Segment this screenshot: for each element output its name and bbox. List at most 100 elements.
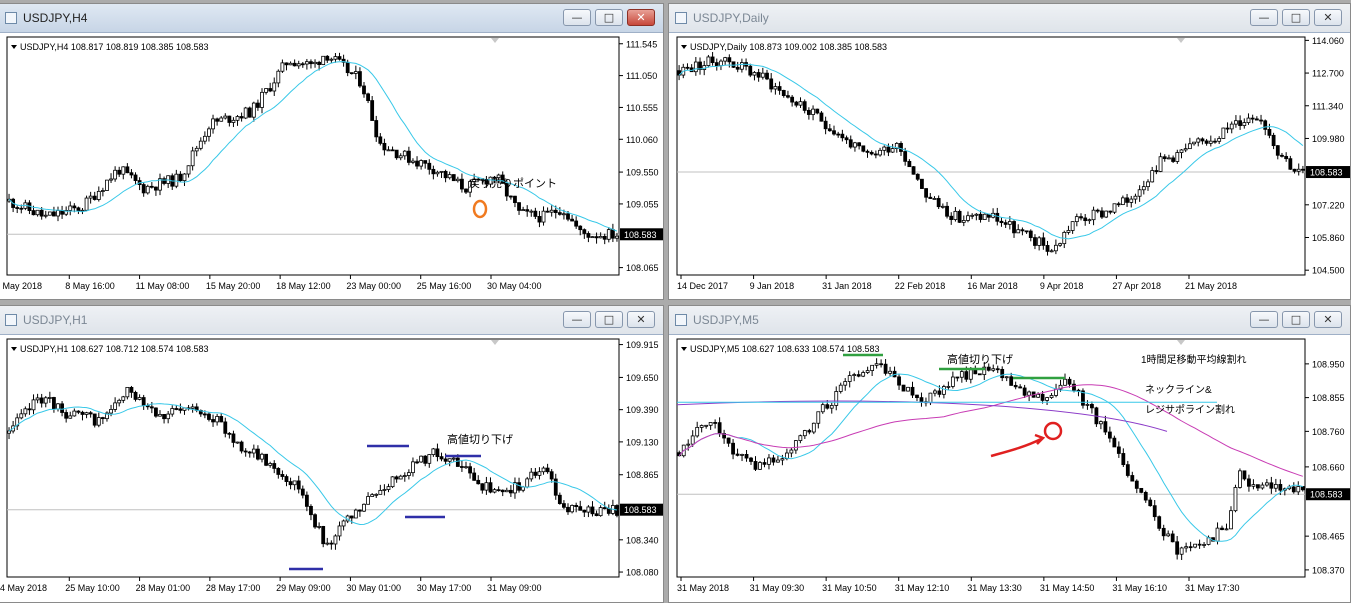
chart-header: USDJPY,H1 108.627 108.712 108.574 108.58… — [20, 344, 209, 354]
x-tick-label: 25 May 10:00 — [65, 583, 120, 593]
maximize-button[interactable]: □ — [1282, 311, 1310, 328]
chart-window-daily[interactable]: USDJPY,Daily — □ ✕ USDJPY,Daily 108.873 … — [668, 3, 1351, 300]
current-price-label: 108.583 — [624, 230, 657, 240]
candle — [978, 213, 983, 220]
y-tick-label: 109.550 — [626, 168, 659, 178]
price-chart[interactable]: USDJPY,Daily 108.873 109.002 108.385 108… — [669, 33, 1351, 300]
x-tick-label: 9 Jan 2018 — [750, 281, 795, 291]
minimize-button[interactable]: — — [563, 311, 591, 328]
candle — [47, 397, 52, 399]
price-chart[interactable]: USDJPY,H4 108.817 108.819 108.385 108.58… — [0, 33, 664, 300]
candle — [92, 413, 97, 426]
candle — [56, 403, 60, 410]
candle — [406, 472, 411, 476]
candle — [594, 513, 599, 517]
candle — [411, 461, 415, 474]
candle — [807, 430, 812, 433]
candle — [390, 476, 395, 488]
candle — [762, 462, 767, 465]
chart-window-m5[interactable]: USDJPY,M5 — □ ✕ USDJPY,M5 108.627 108.63… — [668, 305, 1351, 603]
candle — [977, 373, 982, 376]
candle — [219, 117, 224, 122]
candle — [874, 363, 879, 366]
chart-window-h1[interactable]: USDJPY,H1 — □ ✕ USDJPY,H1 108.627 108.71… — [0, 305, 664, 603]
candle — [374, 120, 379, 138]
candle — [1264, 482, 1269, 486]
candle — [304, 494, 309, 507]
annotation-label: 高値切り下げ — [447, 432, 513, 446]
minimize-button[interactable]: — — [1250, 311, 1278, 328]
candle — [194, 147, 199, 152]
window-titlebar[interactable]: USDJPY,H1 — □ ✕ — [0, 306, 663, 335]
chart-window-h4[interactable]: USDJPY,H4 — □ ✕ USDJPY,H4 108.817 108.81… — [0, 3, 664, 300]
candle — [100, 417, 105, 420]
candle — [276, 468, 281, 475]
window-titlebar[interactable]: USDJPY,H4 — □ ✕ — [0, 4, 663, 33]
candle — [578, 506, 583, 511]
candle — [227, 432, 232, 435]
maximize-button[interactable]: □ — [1282, 9, 1310, 26]
candle — [953, 210, 958, 220]
candle — [955, 376, 960, 379]
x-tick-label: 31 May 13:30 — [967, 583, 1022, 593]
candle — [378, 490, 383, 495]
candle — [243, 450, 248, 453]
candle — [1045, 397, 1049, 401]
close-button[interactable]: ✕ — [627, 9, 655, 26]
close-button[interactable]: ✕ — [1314, 9, 1342, 26]
candle — [685, 66, 690, 69]
candle — [460, 178, 464, 190]
candle — [1085, 403, 1090, 406]
candle — [382, 142, 387, 151]
candle — [313, 514, 317, 528]
y-tick-label: 108.340 — [626, 535, 659, 545]
minimize-button[interactable]: — — [1250, 9, 1278, 26]
candle — [133, 174, 138, 181]
candle — [447, 458, 452, 462]
y-tick-label: 108.760 — [1312, 427, 1345, 437]
y-tick-label: 109.055 — [626, 199, 659, 209]
candle — [341, 520, 346, 527]
candle — [464, 188, 468, 193]
candle — [1246, 117, 1251, 124]
candle — [932, 198, 937, 200]
candle — [995, 368, 1000, 371]
candle — [239, 441, 244, 452]
candle — [802, 101, 807, 111]
candle — [345, 61, 350, 74]
close-button[interactable]: ✕ — [1314, 311, 1342, 328]
candle — [349, 72, 354, 75]
close-button[interactable]: ✕ — [627, 311, 655, 328]
candle — [1224, 528, 1229, 531]
chart-header: USDJPY,M5 108.627 108.633 108.574 108.58… — [690, 344, 879, 354]
candle — [398, 475, 403, 480]
price-chart[interactable]: USDJPY,H1 108.627 108.712 108.574 108.58… — [0, 335, 664, 603]
candle — [1012, 221, 1016, 234]
candle — [883, 363, 888, 374]
candle — [349, 515, 354, 519]
candle — [533, 471, 538, 476]
maximize-button[interactable]: □ — [595, 9, 623, 26]
candle — [96, 190, 101, 200]
x-tick-label: 31 May 09:00 — [487, 583, 542, 593]
candle — [52, 397, 56, 410]
candle — [806, 109, 811, 115]
annotation-label: レジサポライン割れ — [1145, 403, 1235, 416]
candle — [714, 62, 719, 67]
candle — [52, 211, 56, 217]
x-tick-label: 31 May 17:30 — [1185, 583, 1240, 593]
candle — [284, 62, 289, 66]
x-tick-label: 28 May 01:00 — [136, 583, 191, 593]
window-titlebar[interactable]: USDJPY,M5 — □ ✕ — [669, 306, 1350, 335]
price-chart[interactable]: USDJPY,M5 108.627 108.633 108.574 108.58… — [669, 335, 1351, 603]
candle — [39, 209, 44, 217]
candle — [1116, 203, 1121, 206]
candle — [968, 369, 973, 380]
window-titlebar[interactable]: USDJPY,Daily — □ ✕ — [669, 4, 1350, 33]
candle — [870, 364, 875, 371]
candle — [832, 130, 836, 135]
candle — [760, 72, 765, 78]
minimize-button[interactable]: — — [563, 9, 591, 26]
maximize-button[interactable]: □ — [595, 311, 623, 328]
candle — [1120, 197, 1125, 206]
